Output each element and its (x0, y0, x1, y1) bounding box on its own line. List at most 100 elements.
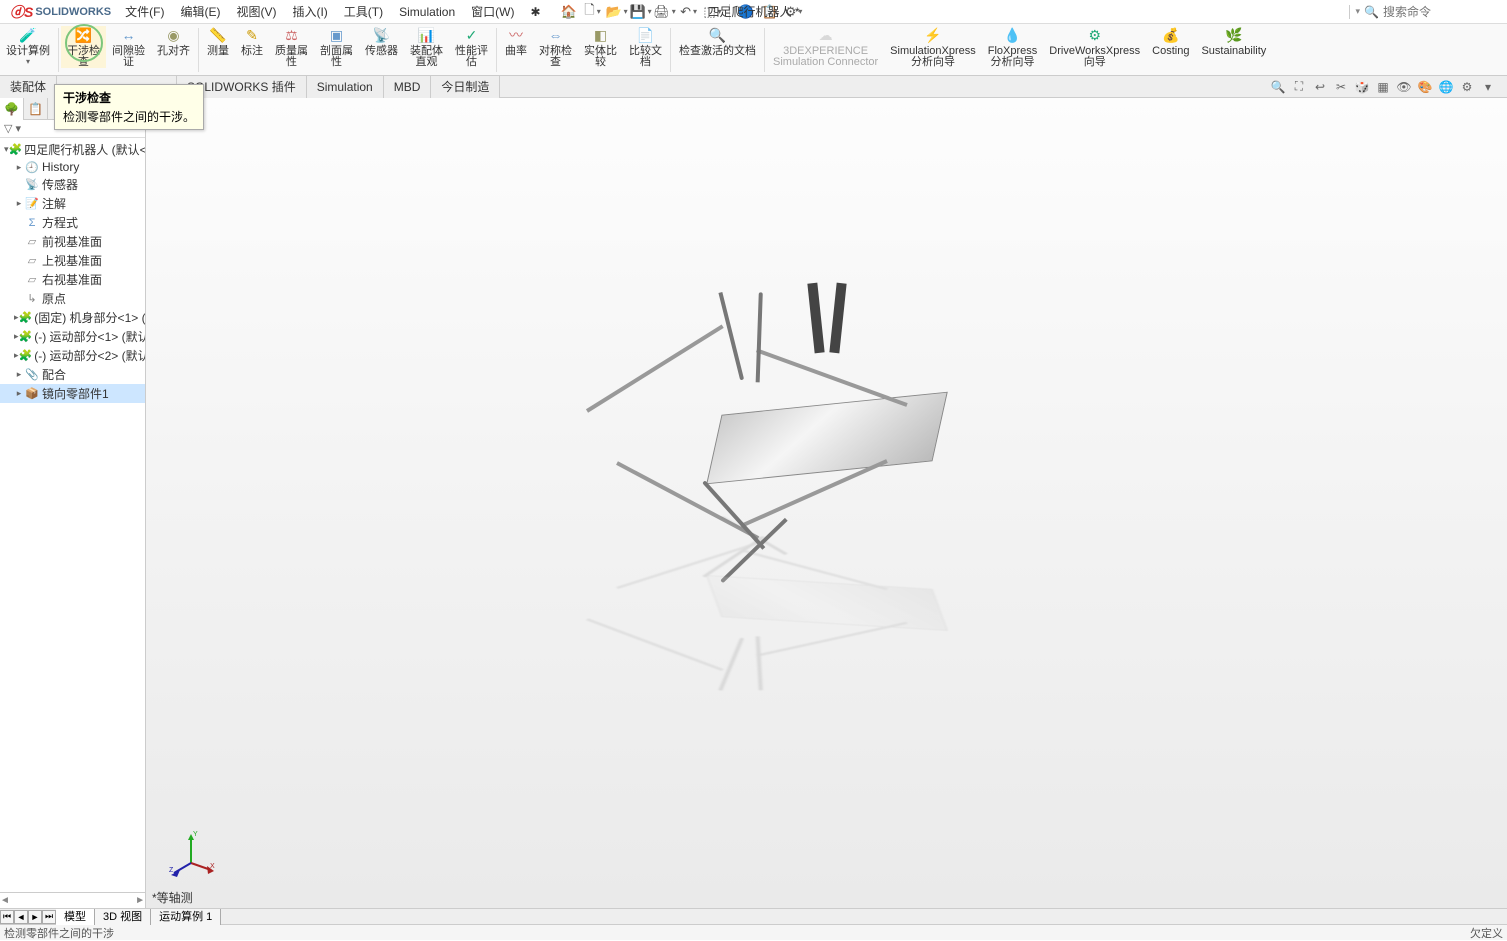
tab-assembly[interactable]: 装配体 (0, 76, 57, 98)
tab-simulation[interactable]: Simulation (307, 76, 384, 98)
mass-properties-button[interactable]: ⚖质量属 性 (269, 26, 314, 68)
app-title: SOLIDWORKS (35, 6, 111, 18)
sensor-button[interactable]: 📡传感器 (359, 26, 404, 57)
feature-tree-tab[interactable]: 🌳 (0, 98, 24, 120)
tree-equations[interactable]: Σ方程式 (0, 213, 145, 232)
command-search: ▾ 🔍 (1349, 5, 1503, 19)
menu-file[interactable]: 文件(F) (117, 3, 172, 20)
feature-manager-panel: 🌳 📋 ⚙ ◆ 👁 ▸ ▽ ▾ ▾🧩四足爬行机器人 (默认<默认_! ▸🕘His… (0, 98, 146, 908)
render-icon[interactable]: ▾ (1479, 78, 1497, 96)
floxpress-button[interactable]: 💧FloXpress 分析向导 (982, 26, 1044, 68)
display-style-icon[interactable]: ▦ (1374, 78, 1392, 96)
tooltip-description: 检测零部件之间的干涉。 (63, 108, 195, 125)
panel-scrollbar[interactable]: ◄► (0, 892, 145, 908)
tab-today-manufacture[interactable]: 今日制造 (431, 76, 500, 98)
performance-evaluation-button[interactable]: ✓性能评 估 (449, 26, 494, 68)
simulationxpress-button[interactable]: ⚡SimulationXpress 分析向导 (884, 26, 982, 68)
orientation-triad[interactable]: Y X Z (166, 828, 216, 878)
status-definition: 欠定义 (1470, 925, 1503, 941)
hole-alignment-button[interactable]: ◉孔对齐 (151, 26, 196, 57)
tree-mirror-components[interactable]: ▸📦镜向零部件1 (0, 384, 145, 403)
menubar: ⓓS SOLIDWORKS 文件(F) 编辑(E) 视图(V) 插入(I) 工具… (0, 0, 1507, 24)
menu-simulation[interactable]: Simulation (391, 5, 463, 19)
tab-nav-buttons: ⏮ ◄ ► ⏭ (0, 910, 56, 924)
tree-mates[interactable]: ▸📎配合 (0, 365, 145, 384)
menu-help-icon[interactable]: ✱ (522, 5, 548, 19)
driveworksxpress-button[interactable]: ⚙DriveWorksXpress 向导 (1043, 26, 1146, 68)
tree-origin[interactable]: ↳原点 (0, 289, 145, 308)
print-icon[interactable]: 🖨 (655, 2, 675, 22)
graphics-viewport[interactable]: Y X Z *等轴测 (146, 98, 1507, 908)
main-area: 🌳 📋 ⚙ ◆ 👁 ▸ ▽ ▾ ▾🧩四足爬行机器人 (默认<默认_! ▸🕘His… (0, 98, 1507, 908)
menu-window[interactable]: 窗口(W) (463, 3, 522, 20)
symmetry-check-button[interactable]: ⇔对称检 查 (533, 26, 578, 68)
tree-sensors[interactable]: 📡传感器 (0, 175, 145, 194)
clearance-verification-button[interactable]: ↔间隙验 证 (106, 26, 151, 68)
compare-bodies-button[interactable]: ◧实体比 较 (578, 26, 623, 68)
robot-model[interactable] (717, 403, 937, 473)
svg-text:Y: Y (193, 831, 198, 838)
bottom-tab-3dview[interactable]: 3D 视图 (95, 909, 151, 925)
status-message: 检测零部件之间的干涉 (4, 925, 114, 941)
bottom-tab-motion-study[interactable]: 运动算例 1 (151, 909, 221, 925)
svg-text:X: X (210, 863, 215, 870)
tree-front-plane[interactable]: ▱前视基准面 (0, 232, 145, 251)
search-input[interactable] (1383, 5, 1503, 19)
search-icon: 🔍 (1364, 5, 1379, 19)
menu-tools[interactable]: 工具(T) (336, 3, 391, 20)
design-study-button[interactable]: 🧪设计算例▾ (0, 26, 56, 66)
open-icon[interactable]: 📂 (607, 2, 627, 22)
search-dropdown-icon[interactable]: ▾ (1356, 6, 1361, 17)
previous-view-icon[interactable]: ↩ (1311, 78, 1329, 96)
zoom-fit-icon[interactable]: 🔍 (1269, 78, 1287, 96)
assembly-visualization-button[interactable]: 📊装配体 直观 (404, 26, 449, 68)
markup-button[interactable]: ✎标注 (235, 26, 269, 57)
interference-detection-tooltip: 干涉检查 检测零部件之间的干涉。 (54, 84, 204, 130)
svg-text:Z: Z (169, 867, 174, 874)
tree-motion-part-1[interactable]: ▸🧩(-) 运动部分<1> (默认<默 (0, 327, 145, 346)
measure-button[interactable]: 📏测量 (201, 26, 235, 57)
home-icon[interactable]: 🏠 (559, 2, 579, 22)
tree-root[interactable]: ▾🧩四足爬行机器人 (默认<默认_! (0, 140, 145, 159)
curvature-button[interactable]: 〰曲率 (499, 26, 533, 57)
app-logo: ⓓS SOLIDWORKS (4, 2, 117, 22)
heads-up-toolbar: 🔍 ⛶ ↩ ✂ 🎲 ▦ 👁 🎨 🌐 ⚙ ▾ (1269, 78, 1497, 96)
tree-top-plane[interactable]: ▱上视基准面 (0, 251, 145, 270)
tree-history[interactable]: ▸🕘History (0, 159, 145, 175)
tooltip-title: 干涉检查 (63, 89, 195, 106)
compare-documents-button[interactable]: 📄比较文 档 (623, 26, 668, 68)
costing-button[interactable]: 💰Costing (1146, 26, 1195, 57)
sustainability-button[interactable]: 🌿Sustainability (1195, 26, 1272, 57)
apply-scene-icon[interactable]: 🌐 (1437, 78, 1455, 96)
hide-show-icon[interactable]: 👁 (1395, 78, 1413, 96)
bottom-tab-model[interactable]: 模型 (56, 909, 95, 925)
check-active-document-button[interactable]: 🔍检查激活的文档 (673, 26, 762, 57)
undo-icon[interactable]: ↶ (679, 2, 699, 22)
tab-prev-button[interactable]: ◄ (14, 910, 28, 924)
feature-tree: ▾🧩四足爬行机器人 (默认<默认_! ▸🕘History 📡传感器 ▸📝注解 Σ… (0, 138, 145, 892)
tree-body-part[interactable]: ▸🧩(固定) 机身部分<1> (默认· (0, 308, 145, 327)
zoom-area-icon[interactable]: ⛶ (1290, 78, 1308, 96)
menu-edit[interactable]: 编辑(E) (172, 3, 228, 20)
view-settings-icon[interactable]: ⚙ (1458, 78, 1476, 96)
interference-detection-button[interactable]: 🔀干涉检 查 (61, 26, 106, 68)
tree-motion-part-2[interactable]: ▸🧩(-) 运动部分<2> (默认<默 (0, 346, 145, 365)
view-orientation-label: *等轴测 (152, 889, 193, 906)
edit-appearance-icon[interactable]: 🎨 (1416, 78, 1434, 96)
section-view-icon[interactable]: ✂ (1332, 78, 1350, 96)
tab-next-button[interactable]: ► (28, 910, 42, 924)
menu-insert[interactable]: 插入(I) (284, 3, 335, 20)
property-manager-tab[interactable]: 📋 (24, 98, 48, 120)
tab-last-button[interactable]: ⏭ (42, 910, 56, 924)
command-manager-tabs: 装配体 SOLIDWORKS 插件 Simulation MBD 今日制造 🔍 … (0, 76, 1507, 98)
save-icon[interactable]: 💾 (631, 2, 651, 22)
new-icon[interactable]: 🗋 (583, 2, 603, 22)
tab-mbd[interactable]: MBD (384, 76, 432, 98)
tree-annotations[interactable]: ▸📝注解 (0, 194, 145, 213)
motion-study-tabs: ⏮ ◄ ► ⏭ 模型 3D 视图 运动算例 1 (0, 908, 1507, 924)
menu-view[interactable]: 视图(V) (228, 3, 284, 20)
tab-first-button[interactable]: ⏮ (0, 910, 14, 924)
section-properties-button[interactable]: ▣剖面属 性 (314, 26, 359, 68)
view-orientation-icon[interactable]: 🎲 (1353, 78, 1371, 96)
tree-right-plane[interactable]: ▱右视基准面 (0, 270, 145, 289)
